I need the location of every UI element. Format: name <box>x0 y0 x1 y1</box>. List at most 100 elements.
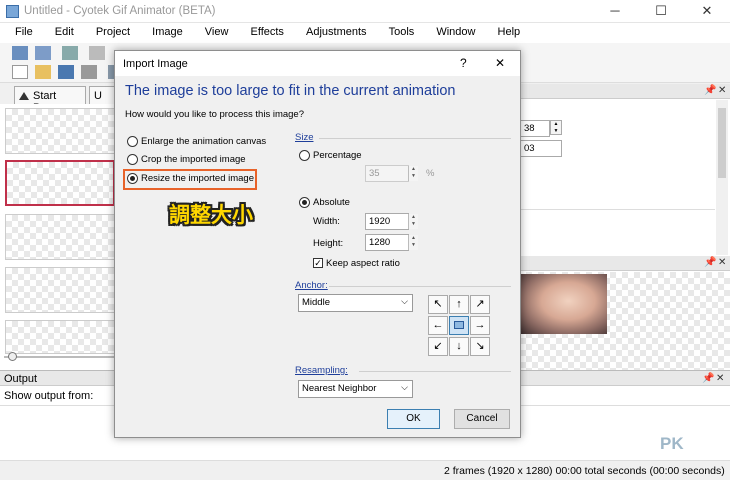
anchor-top-right[interactable]: ↗ <box>470 295 490 314</box>
property-spinner-1[interactable]: ▲ ▼ <box>550 120 562 135</box>
zoom-slider-thumb[interactable] <box>8 352 17 361</box>
height-input[interactable]: 1280 <box>365 234 409 251</box>
size-group-label: Size <box>295 132 314 143</box>
percentage-spinner[interactable]: ▲ ▼ <box>408 166 418 181</box>
property-field-2[interactable]: 03 <box>520 140 562 157</box>
option-resize[interactable]: Resize the imported image <box>127 172 254 184</box>
frame-thumbnail[interactable] <box>5 214 115 260</box>
new-icon[interactable] <box>12 65 28 79</box>
resampling-select[interactable]: Nearest Neighbor ⌵ <box>298 380 413 398</box>
frame-thumbnail[interactable] <box>5 320 115 354</box>
menu-image[interactable]: Image <box>152 23 183 38</box>
width-spinner[interactable]: ▲ ▼ <box>408 214 418 229</box>
anchor-middle[interactable] <box>449 316 469 335</box>
menu-view[interactable]: View <box>205 23 229 38</box>
status-bar: 2 frames (1920 x 1280) 00:00 total secon… <box>0 460 730 480</box>
absolute-label: Absolute <box>313 196 350 208</box>
title-bar: Untitled - Cyotek Gif Animator (BETA) ─ … <box>0 0 730 23</box>
frame-thumbnail[interactable] <box>5 267 115 313</box>
anchor-select[interactable]: Middle ⌵ <box>298 294 413 312</box>
menu-edit[interactable]: Edit <box>55 23 74 38</box>
menu-file[interactable]: File <box>15 23 33 38</box>
keep-aspect-check-icon[interactable]: ✓ <box>313 258 323 269</box>
tab-start-page[interactable]: Start Page <box>14 86 86 114</box>
print-icon[interactable] <box>81 65 98 79</box>
option-enlarge[interactable]: Enlarge the animation canvas <box>127 135 266 147</box>
anchor-right[interactable]: → <box>470 316 490 335</box>
anchor-group-line <box>329 286 511 287</box>
width-input[interactable]: 1920 <box>365 213 409 230</box>
menu-project[interactable]: Project <box>96 23 130 38</box>
scrollbar[interactable] <box>716 100 728 255</box>
anchor-left[interactable]: ← <box>428 316 448 335</box>
menu-effects[interactable]: Effects <box>251 23 284 38</box>
radio-crop[interactable] <box>127 153 138 165</box>
annotation-text: 調整大小 <box>169 204 253 227</box>
frame-thumbnail-selected[interactable] <box>5 160 115 206</box>
resampling-select-value: Nearest Neighbor <box>302 383 377 394</box>
menu-adjustments[interactable]: Adjustments <box>306 23 367 38</box>
option-absolute[interactable]: Absolute <box>299 196 350 208</box>
height-spinner[interactable]: ▲ ▼ <box>408 235 418 250</box>
radio-enlarge[interactable] <box>127 135 138 147</box>
help-button[interactable]: ? <box>460 56 467 70</box>
dialog-title-bar: Import Image ? ✕ <box>115 51 520 76</box>
properties-pane-header <box>520 84 730 99</box>
minimize-button[interactable]: ─ <box>592 0 638 23</box>
close-pane-icon[interactable]: ✕ <box>716 373 724 384</box>
menu-window[interactable]: Window <box>436 23 475 38</box>
close-pane-icon[interactable]: ✕ <box>718 85 726 96</box>
anchor-bottom-left[interactable]: ↙ <box>428 337 448 356</box>
import-image-dialog: Import Image ? ✕ The image is too large … <box>114 50 521 438</box>
toolbar-row-1 <box>12 46 106 63</box>
maximize-button[interactable]: ☐ <box>638 0 684 23</box>
menu-bar: File Edit Project Image View Effects Adj… <box>0 23 730 43</box>
anchor-top[interactable]: ↑ <box>449 295 469 314</box>
radio-resize[interactable] <box>127 172 138 184</box>
zoom-slider[interactable] <box>4 356 114 358</box>
pin-icon[interactable]: 📌 <box>704 85 716 96</box>
frame-thumbnail[interactable] <box>5 108 115 154</box>
keep-aspect-label: Keep aspect ratio <box>326 257 400 269</box>
radio-absolute[interactable] <box>299 196 310 208</box>
pin-icon[interactable]: 📌 <box>702 373 714 384</box>
option-percentage[interactable]: Percentage <box>299 149 362 161</box>
dialog-title: Import Image <box>123 58 188 70</box>
start-page-icon <box>19 92 29 100</box>
anchor-bottom[interactable]: ↓ <box>449 337 469 356</box>
menu-help[interactable]: Help <box>498 23 521 38</box>
flip-icon[interactable] <box>89 46 106 60</box>
keep-aspect-checkbox[interactable]: ✓ Keep aspect ratio <box>313 257 400 269</box>
dialog-close-button[interactable]: ✕ <box>495 56 505 70</box>
percentage-label: Percentage <box>313 149 362 161</box>
option-crop[interactable]: Crop the imported image <box>127 153 246 165</box>
menu-tools[interactable]: Tools <box>389 23 415 38</box>
app-icon <box>6 5 19 18</box>
anchor-top-left[interactable]: ↖ <box>428 295 448 314</box>
property-field-1[interactable]: 38 <box>520 120 550 137</box>
import-icon[interactable] <box>12 46 28 60</box>
toolbar-row-2 <box>12 65 125 82</box>
window-title: Untitled - Cyotek Gif Animator (BETA) <box>24 5 216 17</box>
option-crop-label: Crop the imported image <box>141 153 246 165</box>
watermark-logo: PK <box>660 434 684 453</box>
export-icon[interactable] <box>35 46 52 60</box>
ok-button[interactable]: OK <box>387 409 440 429</box>
anchor-bottom-right[interactable]: ↘ <box>470 337 490 356</box>
cancel-button[interactable]: Cancel <box>454 409 510 429</box>
close-button[interactable]: ✕ <box>684 0 730 23</box>
close-pane-icon[interactable]: ✕ <box>718 257 726 268</box>
chevron-down-icon: ⌵ <box>401 296 408 306</box>
open-icon[interactable] <box>35 65 52 79</box>
anchor-group-label: Anchor: <box>295 280 328 291</box>
resampling-group-label: Resampling: <box>295 365 348 376</box>
radio-percentage[interactable] <box>299 149 310 161</box>
chevron-down-icon: ⌵ <box>401 382 408 392</box>
percentage-input[interactable]: 35 <box>365 165 409 182</box>
option-enlarge-label: Enlarge the animation canvas <box>141 135 267 147</box>
pin-icon[interactable]: 📌 <box>704 257 716 268</box>
size-group-line <box>319 138 511 139</box>
percent-unit: % <box>426 168 435 179</box>
frames-icon[interactable] <box>62 46 79 60</box>
save-icon[interactable] <box>58 65 75 79</box>
